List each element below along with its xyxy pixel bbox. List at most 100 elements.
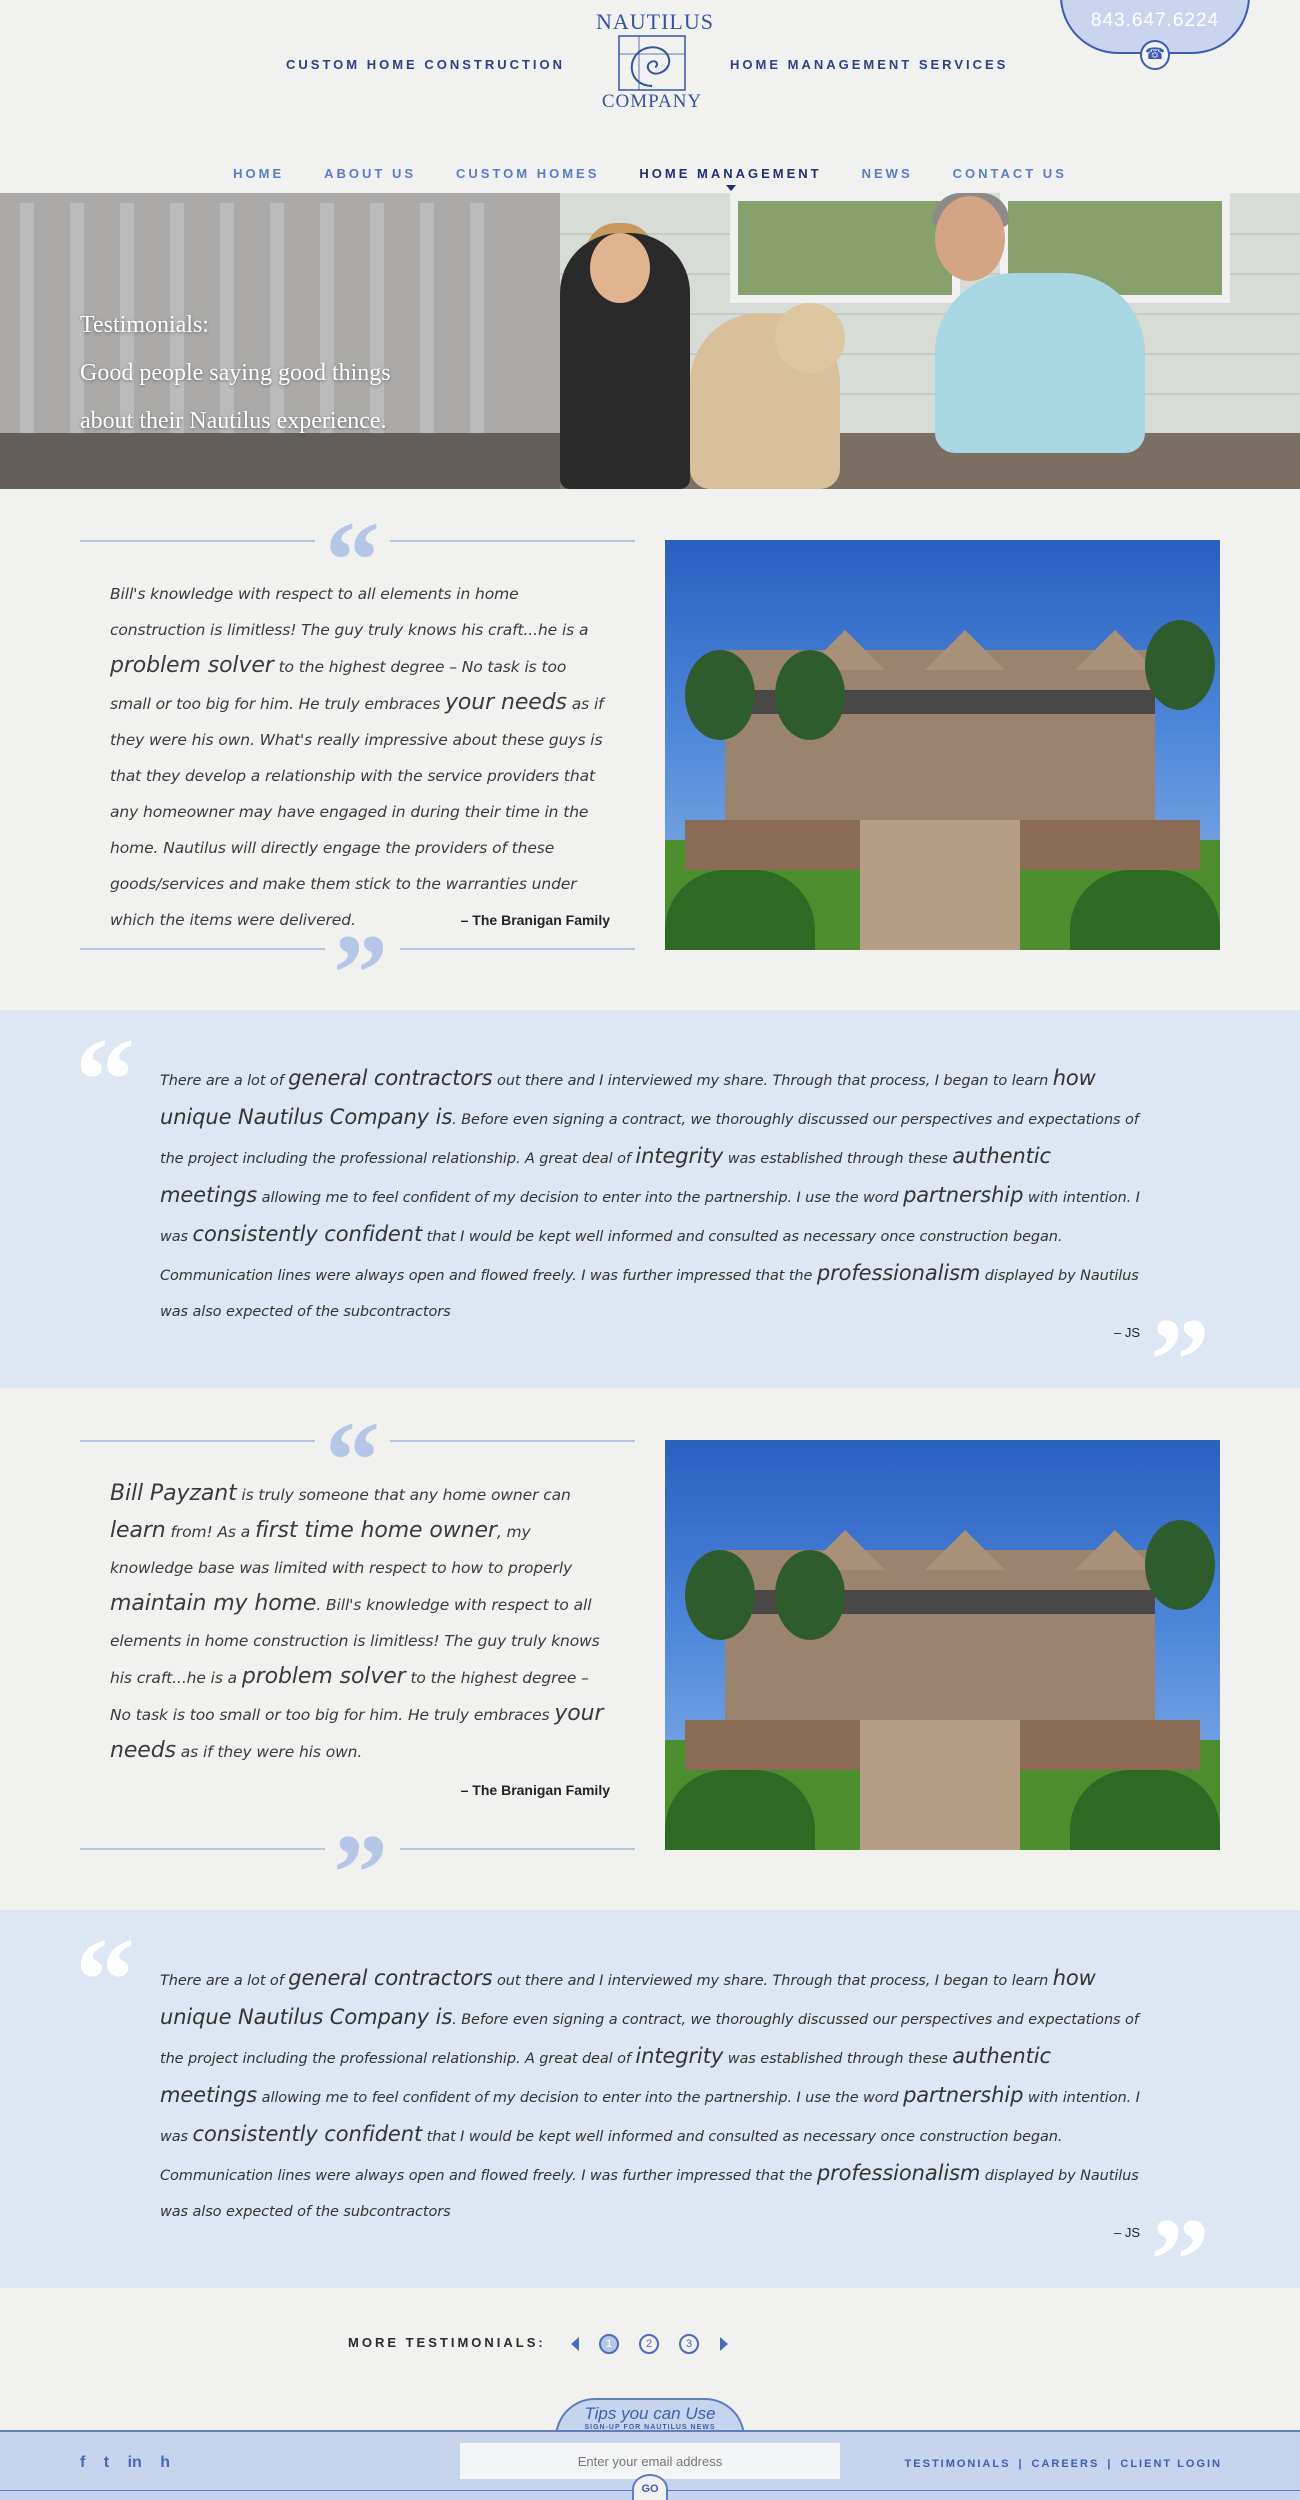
hero-line-3: about their Nautilus experience. — [80, 408, 387, 434]
palm-tree — [1145, 1520, 1215, 1610]
quote-segment: as if they were his own. — [175, 1743, 363, 1761]
hero-banner: Testimonials: Good people saying good th… — [0, 193, 1300, 489]
stone-steps — [860, 820, 1020, 950]
emphasis-phrase: partnership — [903, 2083, 1024, 2107]
testimonial-text: There are a lot of general contractors o… — [160, 1060, 1140, 1330]
woman-head — [590, 233, 650, 303]
page-3-button[interactable]: 3 — [679, 2334, 699, 2354]
emphasis-phrase: maintain my home — [110, 1591, 317, 1616]
palm-tree — [775, 650, 845, 740]
quote-rule — [80, 540, 315, 542]
houzz-icon[interactable]: h — [160, 2454, 170, 2472]
quote-segment: was established through these — [723, 1151, 953, 1167]
testimonial-block-1: “ Bill's knowledge with respect to all e… — [0, 500, 1300, 1028]
palm-tree — [685, 650, 755, 740]
emphasis-phrase: partnership — [903, 1183, 1024, 1207]
quote-segment: as if they were his own. What's really i… — [110, 695, 604, 929]
window — [730, 193, 960, 303]
hero-line-2: Good people saying good things — [80, 360, 391, 386]
close-quote-icon: ” — [1150, 2193, 1210, 2326]
dog-head — [775, 303, 845, 373]
palm-tree — [775, 1550, 845, 1640]
more-testimonials-label: MORE TESTIMONIALS: — [348, 2335, 546, 2350]
quote-segment: from! As a — [165, 1523, 255, 1541]
emphasis-phrase: first time home owner — [254, 1518, 497, 1543]
logo-word-company: COMPANY — [601, 91, 703, 112]
quote-rule — [80, 1848, 325, 1850]
house-gable — [1075, 1530, 1155, 1570]
newsletter-go-button[interactable]: GO — [632, 2474, 668, 2500]
house-photo — [665, 540, 1220, 950]
newsletter-title: Tips you can Use — [584, 2404, 716, 2423]
quote-rule — [390, 1440, 635, 1442]
man-figure — [935, 273, 1145, 453]
tagline-home-management-services[interactable]: HOME MANAGEMENT SERVICES — [730, 57, 1008, 72]
main-nav: HOME ABOUT US CUSTOM HOMES HOME MANAGEMENT N… — [0, 166, 1300, 191]
house-photo — [665, 1440, 1220, 1850]
quote-segment: out there and I interviewed my share. Th… — [492, 1073, 1053, 1089]
emphasis-phrase: consistently confident — [192, 2122, 423, 2146]
nav-custom-homes[interactable]: CUSTOM HOMES — [456, 166, 599, 181]
emphasis-phrase: integrity — [635, 1144, 724, 1168]
testimonial-block-4: “ There are a lot of general contractors… — [0, 1910, 1300, 2320]
man-head — [935, 196, 1005, 281]
nav-home-management[interactable]: HOME MANAGEMENT — [639, 166, 821, 191]
emphasis-phrase: general contractors — [288, 1966, 493, 1990]
quote-segment: allowing me to feel confident of my deci… — [257, 2090, 904, 2106]
nav-home[interactable]: HOME — [233, 166, 284, 181]
footer-link-client-login[interactable]: CLIENT LOGIN — [1120, 2458, 1222, 2470]
nautilus-shell-icon — [618, 35, 686, 91]
quote-rule — [80, 1440, 315, 1442]
quote-rule — [400, 1848, 635, 1850]
emphasis-phrase: general contractors — [288, 1066, 493, 1090]
quote-segment: There are a lot of — [160, 1073, 289, 1089]
nav-news[interactable]: NEWS — [862, 166, 913, 181]
emphasis-phrase: problem solver — [241, 1664, 406, 1689]
emphasis-phrase: professionalism — [816, 1261, 981, 1285]
stone-steps — [860, 1720, 1020, 1850]
phone-icon[interactable]: ☎ — [1140, 40, 1170, 70]
prev-page-arrow-icon[interactable] — [571, 2337, 579, 2351]
quote-rule — [400, 948, 635, 950]
site-header: CUSTOM HOME CONSTRUCTION NAUTILUS COMPAN… — [0, 0, 1300, 193]
quote-segment: is truly someone that any home owner can — [236, 1486, 571, 1504]
footer-link-testimonials[interactable]: TESTIMONIALS — [905, 2458, 1011, 2470]
footer-link-careers[interactable]: CAREERS — [1032, 2458, 1100, 2470]
footer-links: TESTIMONIALS | CAREERS | CLIENT LOGIN — [905, 2458, 1222, 2470]
emphasis-phrase: integrity — [635, 2044, 724, 2068]
testimonial-text: There are a lot of general contractors o… — [160, 1960, 1140, 2230]
nav-about-us[interactable]: ABOUT US — [324, 166, 416, 181]
quote-segment: out there and I interviewed my share. Th… — [492, 1973, 1053, 1989]
linkedin-icon[interactable]: in — [128, 2454, 142, 2472]
house-gable — [925, 1530, 1005, 1570]
open-quote-icon: “ — [75, 1013, 135, 1146]
nav-contact-us[interactable]: CONTACT US — [953, 166, 1067, 181]
facebook-icon[interactable]: f — [80, 2454, 85, 2472]
next-page-arrow-icon[interactable] — [720, 2337, 728, 2351]
link-separator: | — [1018, 2458, 1024, 2470]
hero-line-1: Testimonials: — [80, 312, 209, 338]
palm-tree — [1145, 620, 1215, 710]
nautilus-logo[interactable]: NAUTILUS COMPANY — [596, 9, 714, 118]
house-gable — [1075, 630, 1155, 670]
tagline-custom-home-construction[interactable]: CUSTOM HOME CONSTRUCTION — [286, 57, 565, 72]
phone-number[interactable]: 843.647.6224 — [1091, 10, 1219, 31]
open-quote-icon: “ — [75, 1913, 135, 2046]
emphasis-phrase: Bill Payzant — [110, 1481, 237, 1506]
quote-segment: allowing me to feel confident of my deci… — [257, 1190, 904, 1206]
emphasis-phrase: problem solver — [110, 653, 274, 678]
palm-tree — [685, 1550, 755, 1640]
quote-rule — [390, 540, 635, 542]
social-links: f t in h — [80, 2454, 184, 2472]
twitter-icon[interactable]: t — [104, 2454, 109, 2472]
house-gable — [925, 630, 1005, 670]
hero-heading: Testimonials: Good people saying good th… — [80, 301, 391, 445]
testimonial-text: Bill's knowledge with respect to all ele… — [110, 576, 610, 938]
emphasis-phrase: consistently confident — [192, 1222, 423, 1246]
page-1-button[interactable]: 1 — [599, 2334, 619, 2354]
emphasis-phrase: learn — [110, 1518, 166, 1543]
testimonial-block-2: “ There are a lot of general contractors… — [0, 1010, 1300, 1420]
testimonial-author: – JS — [1113, 1325, 1140, 1340]
page-2-button[interactable]: 2 — [639, 2334, 659, 2354]
logo-word-nautilus: NAUTILUS — [596, 9, 714, 34]
